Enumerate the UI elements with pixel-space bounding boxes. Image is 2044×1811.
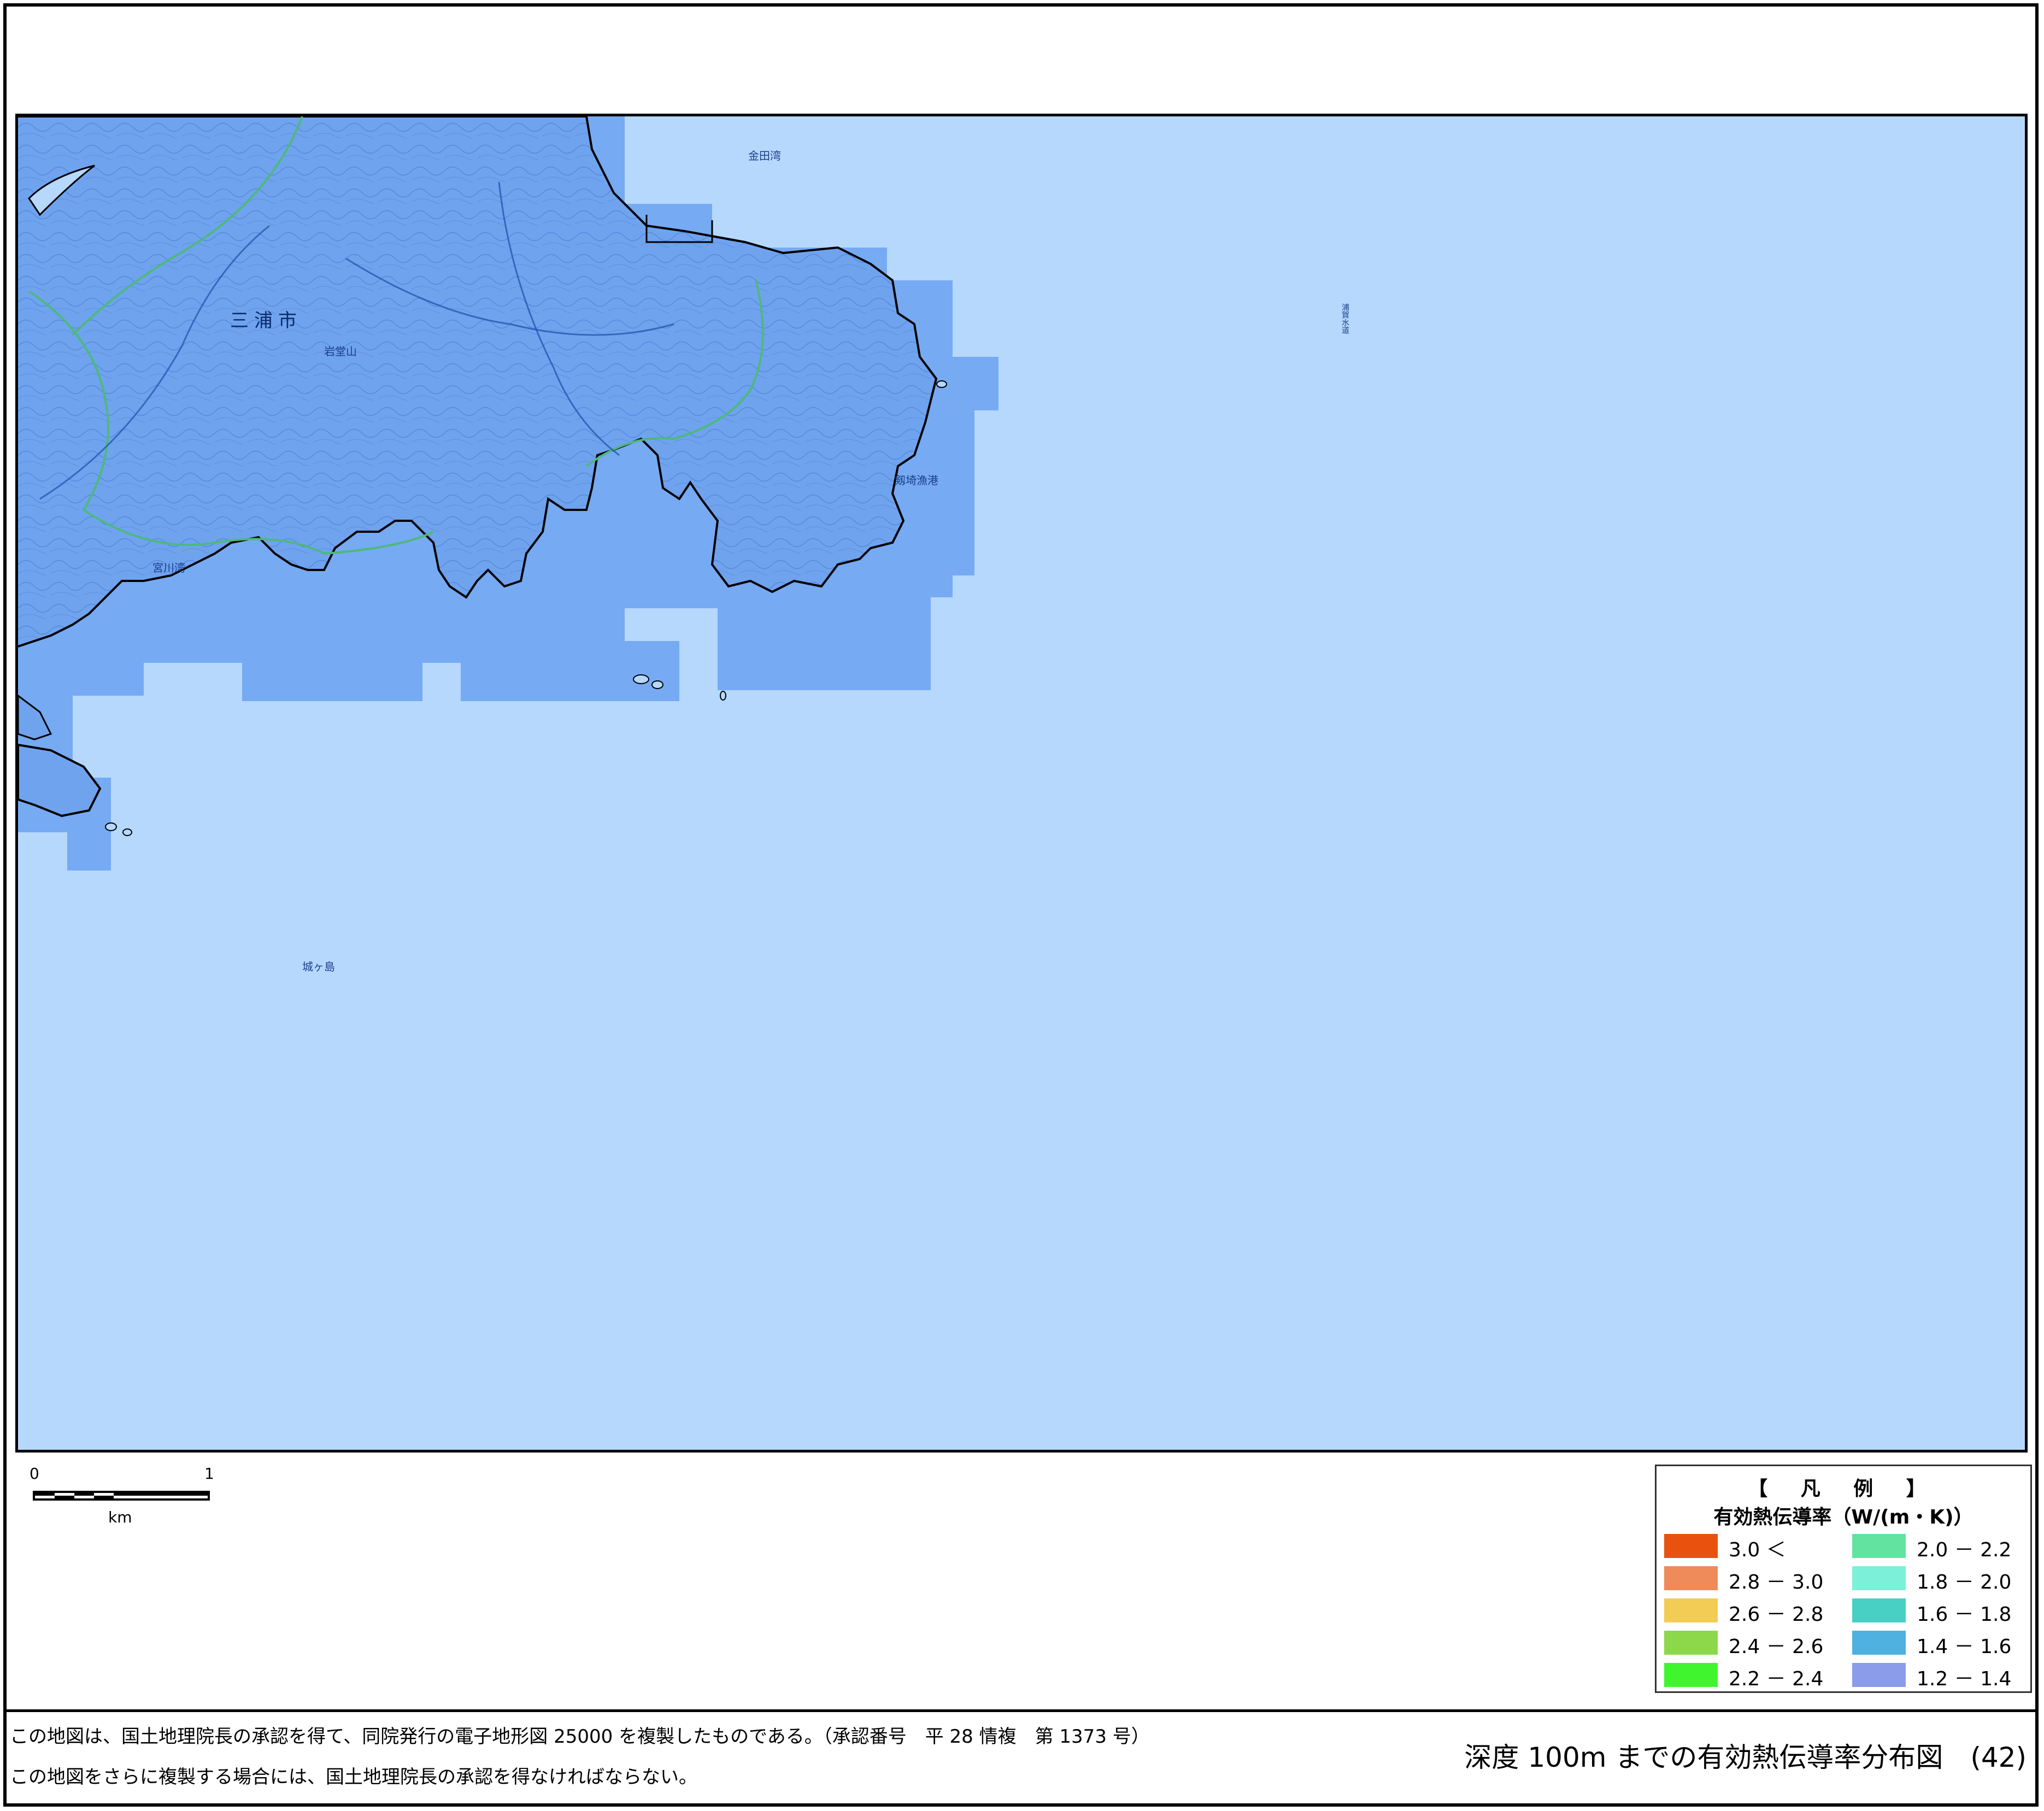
legend-label: 2.6 － 2.8 — [1729, 1603, 1824, 1626]
legend-swatch — [1852, 1631, 1906, 1655]
scale-bar: 0 1 km — [30, 1465, 214, 1530]
legend-swatch — [1852, 1534, 1906, 1558]
legend-swatch — [1664, 1534, 1718, 1558]
map-canvas — [18, 116, 998, 871]
legend-label: 1.2 － 1.4 — [1917, 1668, 2012, 1690]
legend-swatch — [1664, 1566, 1718, 1590]
legend-item: 2.4 － 2.6 — [1664, 1628, 1839, 1658]
legend-label: 2.0 － 2.2 — [1917, 1539, 2012, 1561]
legend-item: 1.4 － 1.6 — [1852, 1628, 2027, 1658]
legend-label: 1.8 － 2.0 — [1917, 1571, 2012, 1594]
copyright-note-2: この地図をさらに複製する場合には、国土地理院長の承認を得なければならない。 — [10, 1766, 697, 1788]
legend-subtitle: 有効熱伝導率（W/(m・K)） — [1713, 1506, 1973, 1528]
legend-title: 【 凡 例 】 — [1748, 1478, 1939, 1500]
map-area[interactable]: 三浦市 岩堂山 金田湾 宮川湾 浦賀水道 城ヶ島 剱埼漁港 — [15, 114, 2028, 1453]
place-mountain: 岩堂山 — [324, 345, 357, 358]
place-fishing-port: 剱埼漁港 — [895, 474, 938, 487]
legend-item: 1.6 － 1.8 — [1852, 1596, 2027, 1626]
footer-divider — [7, 1709, 2035, 1712]
place-jogashima: 城ヶ島 — [302, 960, 335, 973]
map-title: 深度 100m までの有効熱伝導率分布図 (42) — [1464, 1742, 2027, 1773]
legend-label: 1.4 － 1.6 — [1917, 1636, 2012, 1658]
scale-one-label: 1 — [204, 1465, 214, 1483]
legend-item: 1.2 － 1.4 — [1852, 1661, 2027, 1690]
legend-label: 1.6 － 1.8 — [1917, 1603, 2012, 1626]
legend-swatch — [1852, 1598, 1906, 1622]
place-uraga-suido: 浦賀水道 — [1341, 303, 1349, 334]
legend-item: 1.8 － 2.0 — [1852, 1564, 2027, 1594]
legend-item: 3.0 ＜ — [1664, 1532, 1839, 1561]
scale-unit-label: km — [108, 1508, 132, 1526]
legend-swatch — [1852, 1566, 1906, 1590]
legend-item: 2.8 － 3.0 — [1664, 1564, 1839, 1594]
scale-zero-label: 0 — [30, 1465, 39, 1483]
legend-swatch — [1664, 1663, 1718, 1687]
legend-label: 3.0 ＜ — [1729, 1539, 1786, 1561]
legend-label: 2.2 － 2.4 — [1729, 1668, 1824, 1690]
place-miyakawa-bay: 宮川湾 — [152, 561, 185, 574]
land-area — [18, 116, 947, 836]
legend-swatch — [1852, 1663, 1906, 1687]
place-kaneda-bay: 金田湾 — [748, 149, 781, 162]
place-miura-city: 三浦市 — [230, 310, 302, 332]
legend-item: 2.2 － 2.4 — [1664, 1661, 1839, 1690]
legend: 【 凡 例 】 有効熱伝導率（W/(m・K)） 3.0 ＜ 2.8 － 3.0 2.… — [1655, 1465, 2032, 1693]
legend-item: 2.0 － 2.2 — [1852, 1532, 2027, 1561]
copyright-note-1: この地図は、国土地理院長の承認を得て、同院発行の電子地形図 25000 を複製し… — [10, 1726, 1150, 1748]
legend-swatch — [1664, 1598, 1718, 1622]
legend-label: 2.4 － 2.6 — [1729, 1636, 1824, 1658]
scale-bar-graphic — [33, 1491, 210, 1501]
legend-item: 2.6 － 2.8 — [1664, 1596, 1839, 1626]
legend-label: 2.8 － 3.0 — [1729, 1571, 1824, 1594]
legend-swatch — [1664, 1631, 1718, 1655]
